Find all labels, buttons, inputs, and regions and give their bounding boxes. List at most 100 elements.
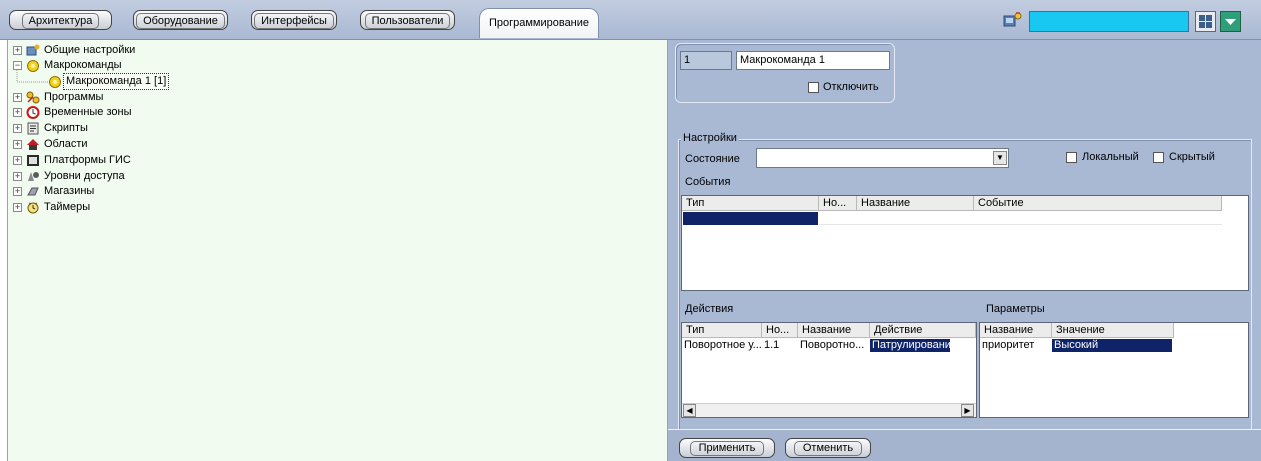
events-col-type[interactable]: Тип bbox=[682, 196, 819, 211]
tree-item-label: Магазины bbox=[44, 185, 95, 197]
tree-item-macros[interactable]: − Макрокоманды bbox=[8, 58, 308, 73]
programs-icon bbox=[26, 91, 40, 104]
tree-item-access-levels[interactable]: + Уровни доступа bbox=[8, 169, 308, 184]
object-name-field[interactable]: Макрокоманда 1 bbox=[736, 51, 890, 70]
script-icon bbox=[27, 122, 39, 135]
tree-item-label: Платформы ГИС bbox=[44, 154, 131, 166]
events-col-number[interactable]: Но... bbox=[819, 196, 857, 211]
hidden-label: Скрытый bbox=[1169, 151, 1215, 163]
events-col-name[interactable]: Название bbox=[857, 196, 974, 211]
local-label: Локальный bbox=[1082, 151, 1139, 163]
tab-users[interactable]: Пользователи bbox=[360, 10, 455, 30]
tree-item-label: Скрипты bbox=[44, 122, 88, 134]
expand-icon[interactable]: + bbox=[13, 124, 22, 133]
actions-label: Действия bbox=[685, 303, 734, 315]
tree-item-label: Временные зоны bbox=[44, 106, 132, 118]
tree-item-gis-platforms[interactable]: + Платформы ГИС bbox=[8, 153, 308, 168]
tab-label: Архитектура bbox=[21, 13, 100, 29]
tree-item-timers[interactable]: + Таймеры bbox=[8, 200, 308, 215]
horizontal-scrollbar[interactable]: ◀ ▶ bbox=[682, 403, 976, 417]
settings-group-title: Настройки bbox=[681, 132, 739, 144]
timer-icon bbox=[27, 202, 39, 214]
shop-icon bbox=[27, 187, 39, 196]
house-icon bbox=[27, 139, 39, 150]
hidden-checkbox[interactable] bbox=[1153, 152, 1164, 163]
disable-label: Отключить bbox=[823, 81, 879, 93]
param-cell-name[interactable]: приоритет bbox=[980, 339, 1052, 352]
local-checkbox[interactable] bbox=[1066, 152, 1077, 163]
action-cell-name[interactable]: Поворотно... bbox=[798, 339, 870, 352]
apply-button-label: Применить bbox=[689, 441, 765, 456]
expand-icon[interactable]: + bbox=[13, 140, 22, 149]
actions-col-name[interactable]: Название bbox=[798, 323, 870, 338]
tab-label: Интерфейсы bbox=[254, 13, 334, 29]
grid-view-icon[interactable] bbox=[1195, 11, 1216, 32]
param-cell-value[interactable]: Высокий bbox=[1052, 339, 1172, 352]
action-cell-action[interactable]: Патрулирование bbox=[870, 339, 950, 352]
params-label: Параметры bbox=[986, 303, 1045, 315]
events-col-event[interactable]: Событие bbox=[974, 196, 1222, 211]
tree-item-label: Уровни доступа bbox=[44, 170, 125, 182]
scroll-left-icon[interactable]: ◀ bbox=[683, 404, 696, 417]
object-tree[interactable]: + Общие настройки − Макрокоманды Макроко… bbox=[7, 40, 668, 461]
tree-item-label: Общие настройки bbox=[44, 44, 136, 56]
search-input[interactable] bbox=[1029, 11, 1189, 32]
cancel-button-label: Отменить bbox=[793, 441, 863, 456]
expand-icon[interactable]: + bbox=[13, 156, 22, 165]
expand-icon[interactable]: + bbox=[13, 187, 22, 196]
chevron-down-icon[interactable]: ▼ bbox=[993, 151, 1007, 165]
tree-item-scripts[interactable]: + Скрипты bbox=[8, 121, 308, 136]
expand-icon[interactable]: + bbox=[13, 172, 22, 181]
action-cell-type[interactable]: Поворотное у... bbox=[682, 339, 762, 352]
tree-item-macro-1[interactable]: Макрокоманда 1 [1] bbox=[8, 73, 308, 90]
tab-programming[interactable]: Программирование bbox=[479, 8, 599, 38]
table-row[interactable] bbox=[683, 212, 818, 225]
tree-item-label: Макрокоманды bbox=[44, 59, 122, 71]
table-row[interactable] bbox=[819, 212, 1222, 225]
actions-col-type[interactable]: Тип bbox=[682, 323, 762, 338]
chevron-down-icon[interactable] bbox=[1220, 11, 1241, 32]
params-col-value[interactable]: Значение bbox=[1052, 323, 1174, 338]
actions-col-action[interactable]: Действие bbox=[870, 323, 976, 338]
events-label: События bbox=[685, 176, 731, 188]
scroll-right-icon[interactable]: ▶ bbox=[961, 404, 974, 417]
tab-label: Оборудование bbox=[136, 13, 225, 29]
params-col-name[interactable]: Название bbox=[980, 323, 1052, 338]
tree-item-time-zones[interactable]: + Временные зоны bbox=[8, 105, 308, 120]
actions-col-number[interactable]: Но... bbox=[762, 323, 798, 338]
user-icon[interactable] bbox=[1002, 10, 1024, 30]
params-table[interactable]: Название Значение приоритет Высокий bbox=[979, 322, 1249, 418]
tab-architecture[interactable]: Архитектура bbox=[9, 10, 112, 30]
properties-panel: 1 Макрокоманда 1 Отключить Настройки Сос… bbox=[668, 40, 1261, 461]
macro-icon bbox=[49, 76, 61, 88]
object-id-field[interactable]: 1 bbox=[680, 51, 732, 70]
expand-icon[interactable]: + bbox=[13, 108, 22, 117]
tab-label: Пользователи bbox=[364, 13, 451, 29]
tree-item-label: Программы bbox=[44, 91, 104, 103]
apply-button[interactable]: Применить bbox=[679, 438, 775, 458]
expand-icon[interactable]: + bbox=[13, 46, 22, 55]
disable-checkbox[interactable] bbox=[808, 82, 819, 93]
access-icon bbox=[28, 172, 39, 181]
state-label: Состояние bbox=[685, 153, 740, 165]
collapse-icon[interactable]: − bbox=[13, 61, 22, 70]
macro-icon bbox=[27, 60, 39, 72]
tree-item-shops[interactable]: + Магазины bbox=[8, 184, 308, 199]
actions-table[interactable]: Тип Но... Название Действие Поворотное у… bbox=[681, 322, 977, 418]
tree-item-label: Области bbox=[44, 138, 88, 150]
state-select[interactable]: ▼ bbox=[756, 148, 1009, 168]
expand-icon[interactable]: + bbox=[13, 203, 22, 212]
events-table[interactable]: Тип Но... Название Событие bbox=[681, 195, 1249, 291]
tab-interfaces[interactable]: Интерфейсы bbox=[251, 10, 337, 30]
tab-equipment[interactable]: Оборудование bbox=[133, 10, 228, 30]
tree-item-general-settings[interactable]: + Общие настройки bbox=[8, 43, 308, 58]
action-cell-number[interactable]: 1.1 bbox=[762, 339, 798, 352]
tree-item-label: Макрокоманда 1 [1] bbox=[63, 73, 170, 90]
top-navigation-bar: Архитектура Оборудование Интерфейсы Поль… bbox=[0, 0, 1261, 40]
expand-icon[interactable]: + bbox=[13, 93, 22, 102]
clock-icon bbox=[26, 106, 40, 119]
cancel-button[interactable]: Отменить bbox=[785, 438, 871, 458]
tree-item-programs[interactable]: + Программы bbox=[8, 90, 308, 105]
tree-item-areas[interactable]: + Области bbox=[8, 137, 308, 152]
tree-item-label: Таймеры bbox=[44, 201, 91, 213]
